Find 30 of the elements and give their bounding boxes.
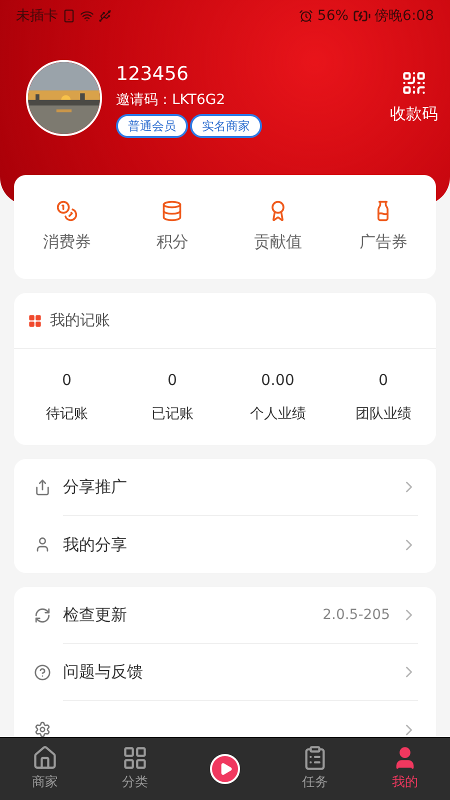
menu-item[interactable]: 分享推广 (63, 475, 127, 499)
tab-item[interactable]: 商家 (0, 738, 90, 800)
stat-value: 0.00 (261, 370, 294, 392)
version-text: 2.0.5-205 (322, 606, 390, 624)
member-tag: 普通会员 (116, 114, 188, 138)
invite-code: 邀请码：LKT6G2 (116, 91, 226, 110)
menu-item[interactable]: 我的分享 (63, 532, 127, 556)
payment-code-button[interactable]: 收款码 (390, 70, 438, 126)
menu-item[interactable]: 问题与反馈 (63, 660, 143, 684)
asset-item[interactable]: 贡献值 (225, 200, 330, 254)
member-tag: 实名商家 (190, 114, 262, 138)
stat-value: 0 (62, 370, 72, 392)
battery-percent: 56% (317, 6, 349, 26)
asset-item[interactable]: 消费券 (14, 200, 120, 254)
stat-label: 待记账 (46, 404, 88, 424)
user-name: 123456 (116, 62, 190, 86)
clock-time: 傍晚6:08 (374, 6, 434, 26)
tab-item[interactable]: 分类 (90, 738, 180, 800)
carrier-text: 未插卡 (16, 6, 58, 26)
stat-label: 团队业绩 (355, 404, 412, 424)
stat-value: 0 (378, 370, 388, 392)
asset-item[interactable]: 积分 (120, 200, 225, 254)
menu-item[interactable]: 检查更新 (63, 603, 127, 627)
section-title: 我的记账 (50, 310, 110, 332)
asset-item[interactable]: 广告券 (330, 200, 436, 254)
tab-item[interactable]: 我的 (360, 738, 450, 800)
stat-value: 0 (167, 370, 178, 392)
stat-label: 个人业绩 (250, 404, 306, 424)
stat-label: 已记账 (151, 404, 194, 424)
tab-item[interactable]: 任务 (270, 738, 360, 800)
